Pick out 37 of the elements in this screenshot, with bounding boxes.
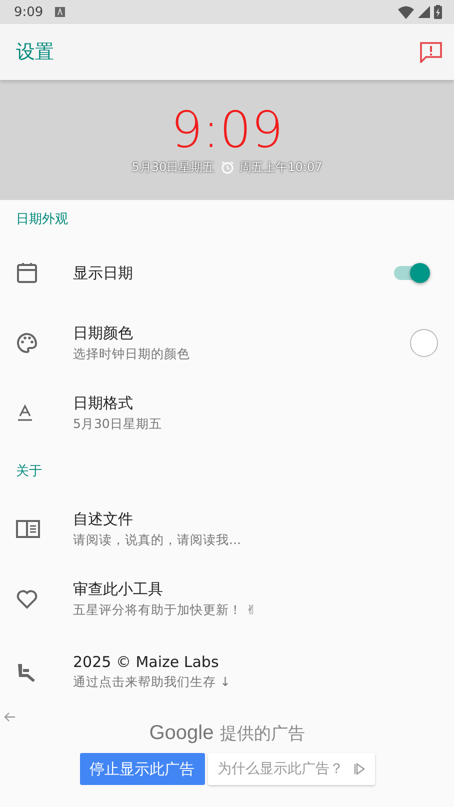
setting-summary: 选择时钟日期的颜色 bbox=[73, 346, 191, 362]
battery-icon bbox=[434, 5, 442, 19]
signal-icon bbox=[418, 6, 430, 18]
app-title: 设置 bbox=[16, 40, 54, 65]
setting-summary: 五星评分将有助于加快更新！ ✌ bbox=[73, 602, 258, 618]
clock-date: 5月30日星期五 bbox=[132, 158, 215, 176]
alarm-icon bbox=[220, 160, 234, 174]
book-icon bbox=[16, 519, 40, 539]
back-arrow-icon[interactable] bbox=[4, 712, 16, 722]
text-format-icon bbox=[16, 404, 34, 422]
clock-time: 9:09 bbox=[170, 104, 284, 154]
setting-summary: 通过点击来帮助我们生存 ↓ bbox=[73, 674, 232, 691]
palette-icon bbox=[16, 332, 38, 354]
setting-title[interactable]: 审查此小工具 bbox=[73, 580, 438, 598]
setting-title[interactable]: 2025 © Maize Labs bbox=[73, 653, 438, 671]
ad-caption: 提供的广告 bbox=[220, 723, 305, 745]
section-header: 关于 bbox=[16, 463, 42, 480]
setting-title[interactable]: 日期格式 bbox=[73, 394, 438, 412]
ad-brand: Google bbox=[149, 722, 214, 745]
heart-icon bbox=[16, 589, 38, 609]
section-header: 日期外观 bbox=[16, 211, 68, 228]
calendar-icon bbox=[16, 262, 38, 284]
setting-title[interactable]: 日期颜色 bbox=[73, 324, 410, 342]
setting-title[interactable]: 显示日期 bbox=[73, 264, 394, 282]
color-swatch[interactable] bbox=[410, 329, 438, 357]
notification-icon bbox=[55, 7, 66, 17]
alarm-time: 周五上午10:07 bbox=[240, 158, 322, 176]
setting-summary: 请阅读，说真的，请阅读我... bbox=[73, 532, 242, 548]
feedback-icon[interactable] bbox=[420, 42, 442, 62]
toggle-switch[interactable] bbox=[394, 266, 428, 280]
status-time: 9:09 bbox=[14, 4, 44, 20]
seat-icon bbox=[16, 661, 38, 683]
setting-title[interactable]: 自述文件 bbox=[73, 510, 438, 528]
stop-ad-button[interactable]: 停止显示此广告 bbox=[80, 753, 204, 785]
setting-summary: 5月30日星期五 bbox=[73, 416, 163, 432]
play-icon bbox=[354, 763, 364, 775]
wifi-icon bbox=[398, 6, 414, 18]
